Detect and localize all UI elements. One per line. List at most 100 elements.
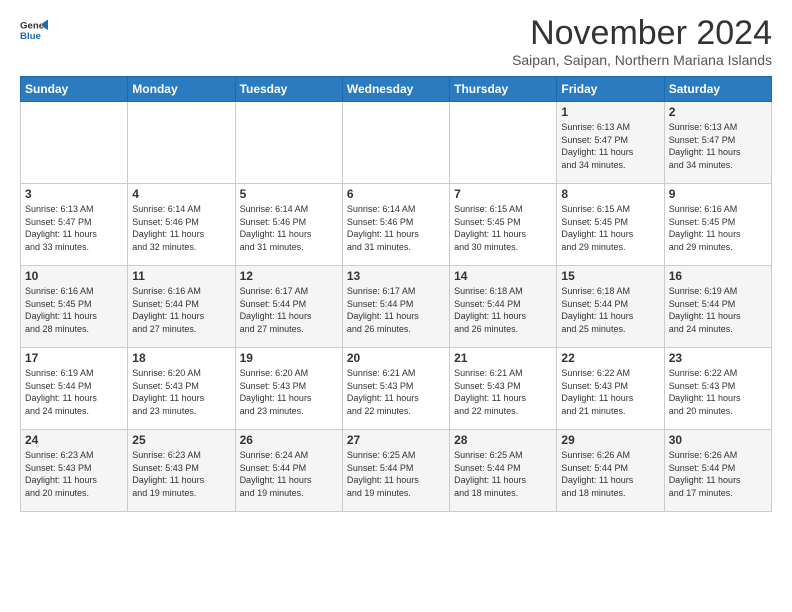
- calendar-week-row: 10 Sunrise: 6:16 AM Sunset: 5:45 PM Dayli…: [21, 266, 772, 348]
- calendar-cell: 3 Sunrise: 6:13 AM Sunset: 5:47 PM Daylig…: [21, 184, 128, 266]
- title-block: November 2024 Saipan, Saipan, Northern M…: [512, 16, 772, 68]
- day-number: 13: [347, 269, 445, 283]
- day-number: 21: [454, 351, 552, 365]
- calendar-cell: 27 Sunrise: 6:25 AM Sunset: 5:44 PM Dayli…: [342, 430, 449, 512]
- day-info: Sunrise: 6:16 AM Sunset: 5:45 PM Dayligh…: [25, 285, 123, 335]
- calendar-cell: 4 Sunrise: 6:14 AM Sunset: 5:46 PM Daylig…: [128, 184, 235, 266]
- calendar-cell: 5Sunrise: 6:14 AM Sunset: 5:46 PM Daylig…: [235, 184, 342, 266]
- day-info: Sunrise: 6:19 AM Sunset: 5:44 PM Dayligh…: [669, 285, 767, 335]
- logo: General Blue: [20, 16, 48, 44]
- day-number: 27: [347, 433, 445, 447]
- day-info: Sunrise: 6:23 AM Sunset: 5:43 PM Dayligh…: [25, 449, 123, 499]
- calendar-week-row: 1 Sunrise: 6:13 AM Sunset: 5:47 PM Daylig…: [21, 102, 772, 184]
- svg-text:Blue: Blue: [20, 31, 41, 42]
- day-info: Sunrise: 6:16 AM Sunset: 5:44 PM Dayligh…: [132, 285, 230, 335]
- day-info: Sunrise: 6:18 AM Sunset: 5:44 PM Dayligh…: [454, 285, 552, 335]
- calendar-cell: 9 Sunrise: 6:16 AM Sunset: 5:45 PM Daylig…: [664, 184, 771, 266]
- day-number: 16: [669, 269, 767, 283]
- day-info: Sunrise: 6:14 AM Sunset: 5:46 PM Dayligh…: [132, 203, 230, 253]
- location-subtitle: Saipan, Saipan, Northern Mariana Islands: [512, 52, 772, 68]
- day-info: Sunrise: 6:23 AM Sunset: 5:43 PM Dayligh…: [132, 449, 230, 499]
- day-number: 23: [669, 351, 767, 365]
- day-number: 20: [347, 351, 445, 365]
- day-number: 26: [240, 433, 338, 447]
- calendar-cell: 15 Sunrise: 6:18 AM Sunset: 5:44 PM Dayli…: [557, 266, 664, 348]
- day-header-sunday: Sunday: [21, 77, 128, 102]
- day-info: Sunrise: 6:14 AM Sunset: 5:46 PM Dayligh…: [347, 203, 445, 253]
- day-info: Sunrise: 6:13 AM Sunset: 5:47 PM Dayligh…: [561, 121, 659, 171]
- day-info: Sunrise: 6:20 AM Sunset: 5:43 PM Dayligh…: [240, 367, 338, 417]
- day-header-thursday: Thursday: [450, 77, 557, 102]
- day-number: 22: [561, 351, 659, 365]
- day-info: Sunrise: 6:25 AM Sunset: 5:44 PM Dayligh…: [347, 449, 445, 499]
- day-number: 4: [132, 187, 230, 201]
- calendar-table: SundayMondayTuesdayWednesdayThursdayFrid…: [20, 76, 772, 512]
- day-number: 6: [347, 187, 445, 201]
- day-info: Sunrise: 6:22 AM Sunset: 5:43 PM Dayligh…: [561, 367, 659, 417]
- day-number: 5: [240, 187, 338, 201]
- day-info: Sunrise: 6:17 AM Sunset: 5:44 PM Dayligh…: [240, 285, 338, 335]
- day-info: Sunrise: 6:13 AM Sunset: 5:47 PM Dayligh…: [669, 121, 767, 171]
- day-number: 8: [561, 187, 659, 201]
- calendar-cell: 17Sunrise: 6:19 AM Sunset: 5:44 PM Dayli…: [21, 348, 128, 430]
- day-info: Sunrise: 6:17 AM Sunset: 5:44 PM Dayligh…: [347, 285, 445, 335]
- calendar-cell: 18Sunrise: 6:20 AM Sunset: 5:43 PM Dayli…: [128, 348, 235, 430]
- day-info: Sunrise: 6:16 AM Sunset: 5:45 PM Dayligh…: [669, 203, 767, 253]
- calendar-cell: 26Sunrise: 6:24 AM Sunset: 5:44 PM Dayli…: [235, 430, 342, 512]
- day-info: Sunrise: 6:13 AM Sunset: 5:47 PM Dayligh…: [25, 203, 123, 253]
- day-header-tuesday: Tuesday: [235, 77, 342, 102]
- calendar-header-row: SundayMondayTuesdayWednesdayThursdayFrid…: [21, 77, 772, 102]
- logo-icon: General Blue: [20, 16, 48, 44]
- calendar-cell: 22 Sunrise: 6:22 AM Sunset: 5:43 PM Dayli…: [557, 348, 664, 430]
- calendar-cell: 21 Sunrise: 6:21 AM Sunset: 5:43 PM Dayli…: [450, 348, 557, 430]
- day-info: Sunrise: 6:15 AM Sunset: 5:45 PM Dayligh…: [561, 203, 659, 253]
- calendar-cell: 8 Sunrise: 6:15 AM Sunset: 5:45 PM Daylig…: [557, 184, 664, 266]
- calendar-cell: [128, 102, 235, 184]
- day-number: 17: [25, 351, 123, 365]
- calendar-cell: 7 Sunrise: 6:15 AM Sunset: 5:45 PM Daylig…: [450, 184, 557, 266]
- calendar-cell: 19Sunrise: 6:20 AM Sunset: 5:43 PM Dayli…: [235, 348, 342, 430]
- day-number: 14: [454, 269, 552, 283]
- day-number: 25: [132, 433, 230, 447]
- day-number: 1: [561, 105, 659, 119]
- calendar-cell: 6 Sunrise: 6:14 AM Sunset: 5:46 PM Daylig…: [342, 184, 449, 266]
- calendar-cell: 13 Sunrise: 6:17 AM Sunset: 5:44 PM Dayli…: [342, 266, 449, 348]
- calendar-cell: 12Sunrise: 6:17 AM Sunset: 5:44 PM Dayli…: [235, 266, 342, 348]
- calendar-cell: [235, 102, 342, 184]
- calendar-cell: 20 Sunrise: 6:21 AM Sunset: 5:43 PM Dayli…: [342, 348, 449, 430]
- day-info: Sunrise: 6:25 AM Sunset: 5:44 PM Dayligh…: [454, 449, 552, 499]
- day-number: 24: [25, 433, 123, 447]
- calendar-cell: 11 Sunrise: 6:16 AM Sunset: 5:44 PM Dayli…: [128, 266, 235, 348]
- day-header-friday: Friday: [557, 77, 664, 102]
- day-info: Sunrise: 6:21 AM Sunset: 5:43 PM Dayligh…: [347, 367, 445, 417]
- calendar-cell: [342, 102, 449, 184]
- calendar-week-row: 17Sunrise: 6:19 AM Sunset: 5:44 PM Dayli…: [21, 348, 772, 430]
- month-title: November 2024: [512, 16, 772, 50]
- day-header-monday: Monday: [128, 77, 235, 102]
- calendar-cell: [21, 102, 128, 184]
- header: General Blue November 2024 Saipan, Saipa…: [20, 16, 772, 68]
- day-number: 3: [25, 187, 123, 201]
- day-number: 7: [454, 187, 552, 201]
- day-number: 15: [561, 269, 659, 283]
- day-info: Sunrise: 6:18 AM Sunset: 5:44 PM Dayligh…: [561, 285, 659, 335]
- day-number: 10: [25, 269, 123, 283]
- calendar-cell: 24 Sunrise: 6:23 AM Sunset: 5:43 PM Dayli…: [21, 430, 128, 512]
- day-info: Sunrise: 6:26 AM Sunset: 5:44 PM Dayligh…: [669, 449, 767, 499]
- day-number: 11: [132, 269, 230, 283]
- day-header-saturday: Saturday: [664, 77, 771, 102]
- calendar-week-row: 24 Sunrise: 6:23 AM Sunset: 5:43 PM Dayli…: [21, 430, 772, 512]
- calendar-cell: 25 Sunrise: 6:23 AM Sunset: 5:43 PM Dayli…: [128, 430, 235, 512]
- calendar-cell: 2Sunrise: 6:13 AM Sunset: 5:47 PM Daylig…: [664, 102, 771, 184]
- day-number: 28: [454, 433, 552, 447]
- calendar-cell: 1 Sunrise: 6:13 AM Sunset: 5:47 PM Daylig…: [557, 102, 664, 184]
- calendar-cell: 16 Sunrise: 6:19 AM Sunset: 5:44 PM Dayli…: [664, 266, 771, 348]
- day-info: Sunrise: 6:26 AM Sunset: 5:44 PM Dayligh…: [561, 449, 659, 499]
- day-info: Sunrise: 6:15 AM Sunset: 5:45 PM Dayligh…: [454, 203, 552, 253]
- day-info: Sunrise: 6:21 AM Sunset: 5:43 PM Dayligh…: [454, 367, 552, 417]
- day-number: 29: [561, 433, 659, 447]
- calendar-cell: 30Sunrise: 6:26 AM Sunset: 5:44 PM Dayli…: [664, 430, 771, 512]
- day-number: 9: [669, 187, 767, 201]
- calendar-cell: 10 Sunrise: 6:16 AM Sunset: 5:45 PM Dayli…: [21, 266, 128, 348]
- day-info: Sunrise: 6:22 AM Sunset: 5:43 PM Dayligh…: [669, 367, 767, 417]
